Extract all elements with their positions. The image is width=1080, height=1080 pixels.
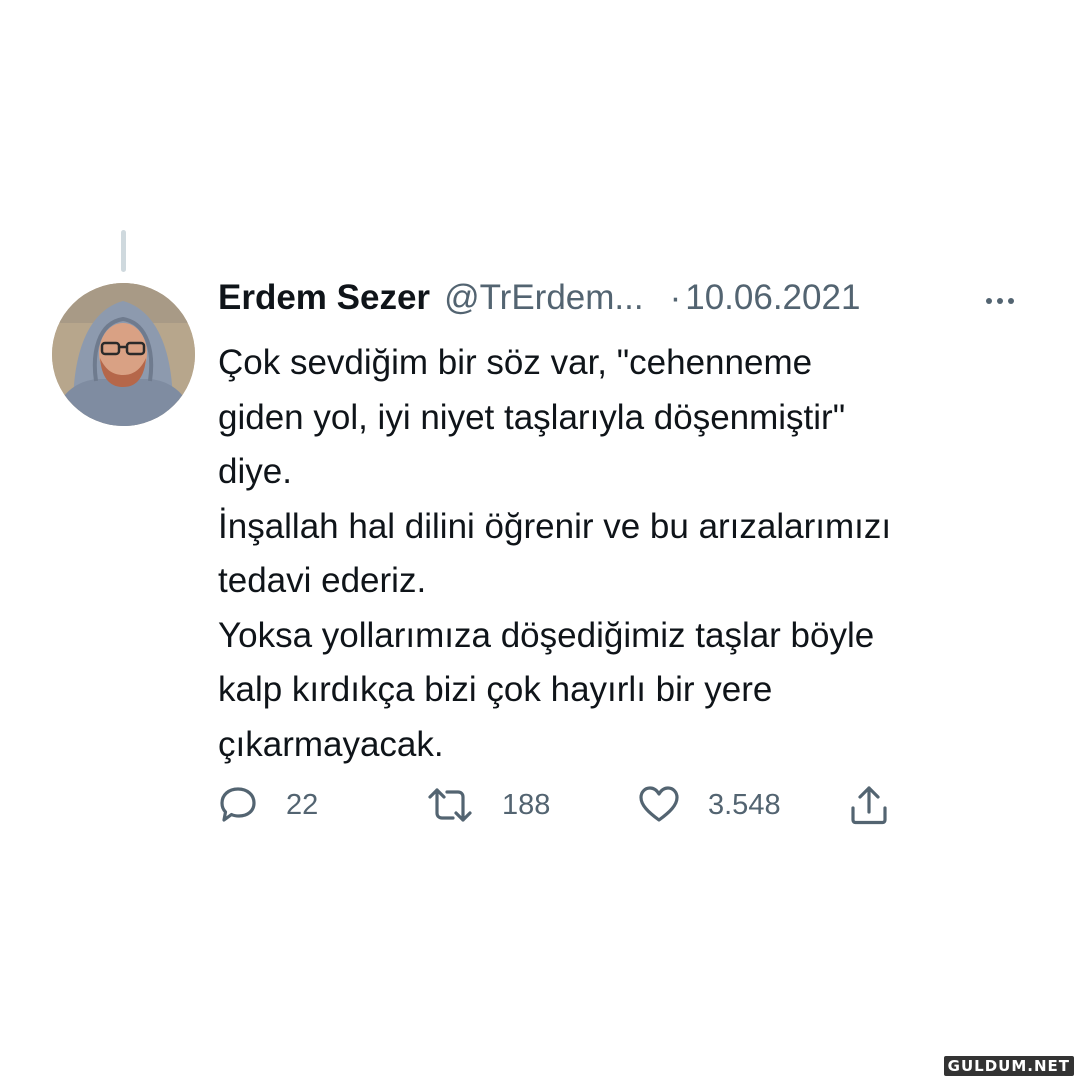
tweet-text-line: giden yol, iyi niyet taşlarıyla döşenmiş… [218, 397, 846, 437]
more-horizontal-icon[interactable] [986, 298, 1014, 304]
user-handle[interactable]: @TrErdem... [444, 278, 644, 318]
more-dot [986, 298, 992, 304]
tweet-text-line: tedavi ederiz. [218, 561, 427, 600]
share-icon [851, 786, 887, 825]
retweet-icon [428, 788, 472, 822]
retweet-count: 188 [502, 788, 551, 821]
like-button[interactable]: 3.548 [638, 782, 781, 828]
more-dot [1008, 298, 1014, 304]
tweet-text-line: çıkarmayacak. [218, 724, 444, 764]
tweet-text-line: Çok sevdiğim bir söz var, "cehenneme [218, 343, 813, 382]
reply-icon [220, 787, 256, 822]
avatar-image [52, 283, 195, 426]
avatar[interactable] [52, 283, 195, 426]
tweet-text-line: Yoksa yollarımıza döşediğimiz taşlar böy… [218, 615, 875, 655]
retweet-button[interactable]: 188 [426, 782, 550, 828]
display-name[interactable]: Erdem Sezer [218, 278, 430, 318]
reply-count: 22 [286, 788, 319, 821]
heart-icon [639, 786, 679, 822]
tweet-actions: 22 188 3.548 [218, 782, 918, 828]
tweet-text-line: diye. [218, 452, 292, 491]
tweet-text-line: kalp kırdıkça bizi çok hayırlı bir yere [218, 670, 773, 709]
site-watermark: GULDUM.NET [943, 1056, 1074, 1076]
tweet-text-line: İnşallah hal dilini öğrenir ve bu arızal… [218, 506, 892, 546]
tweet-date[interactable]: 10.06.2021 [685, 278, 860, 318]
reply-button[interactable]: 22 [218, 782, 318, 828]
tweet-text: Çok sevdiğim bir söz var, "cehenneme gid… [218, 336, 1028, 772]
tweet-header: Erdem Sezer @TrErdem... · 10.06.2021 [218, 278, 1028, 326]
like-count: 3.548 [708, 788, 781, 821]
thread-connector-line [121, 230, 126, 272]
share-button[interactable] [848, 782, 890, 828]
tweet[interactable]: Erdem Sezer @TrErdem... · 10.06.2021 Çok… [218, 278, 1028, 772]
separator-dot: · [669, 278, 682, 317]
more-dot [997, 298, 1003, 304]
